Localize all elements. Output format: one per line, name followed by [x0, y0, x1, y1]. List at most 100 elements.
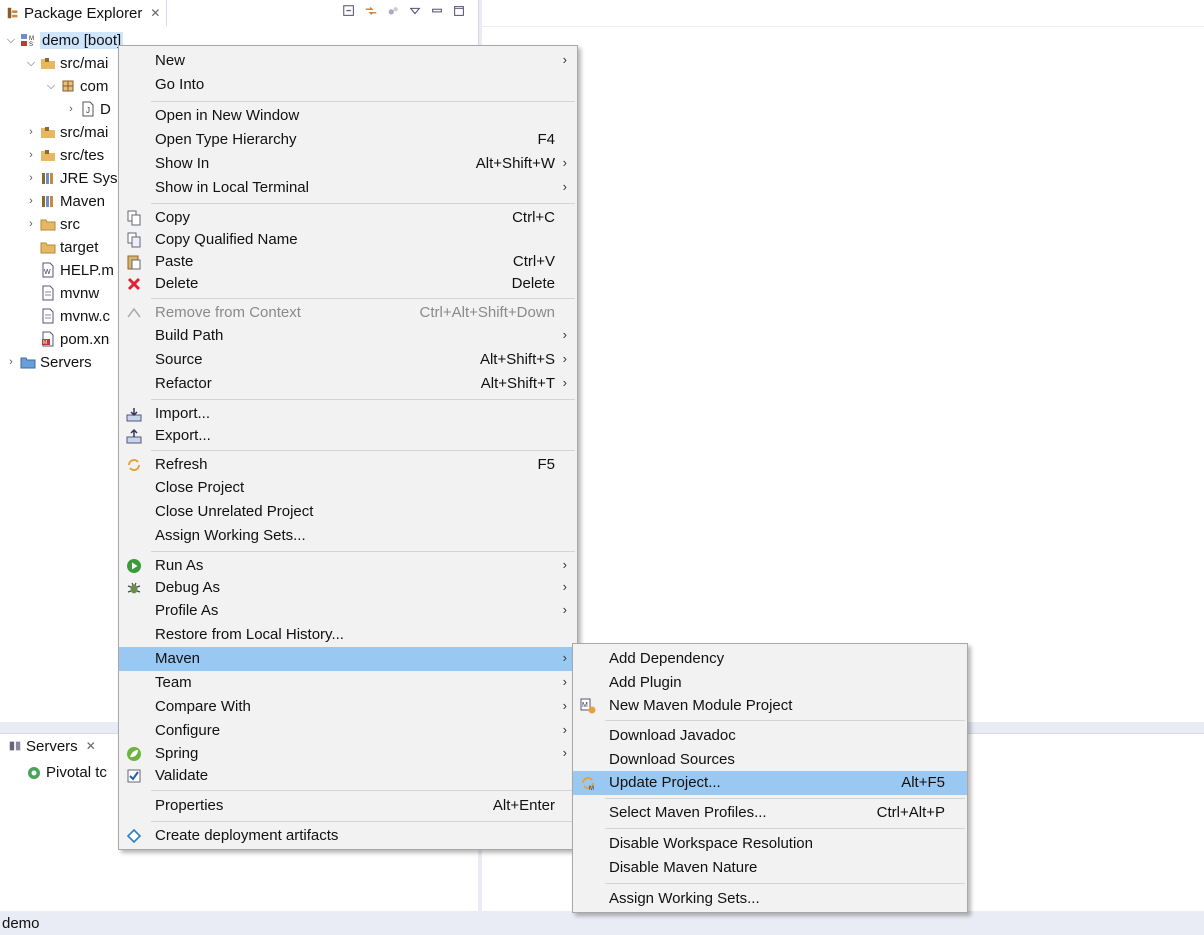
tree-item-pom[interactable]: M pom.xn	[38, 328, 109, 350]
spring-icon	[127, 747, 141, 761]
chevron-down-icon[interactable]: ⌵	[44, 80, 58, 93]
menu-item-run-as[interactable]: Run As ›	[119, 554, 577, 578]
chevron-right-icon[interactable]: ›	[24, 149, 38, 161]
menu-item-open-type-hierarchy[interactable]: Open Type Hierarchy F4	[119, 128, 577, 152]
menu-item-label: Select Maven Profiles...	[609, 804, 767, 821]
menu-item-disable-maven-nature[interactable]: Disable Maven Nature	[573, 856, 967, 880]
menu-item-copy-qualified-name[interactable]: Copy Qualified Name	[119, 228, 577, 252]
menu-item-open-new-window[interactable]: Open in New Window	[119, 104, 577, 128]
tab-servers[interactable]: Servers ✕	[2, 734, 102, 758]
chevron-down-icon[interactable]: ⌵	[4, 34, 18, 47]
menu-item-label: Disable Workspace Resolution	[609, 835, 813, 852]
tree-item-mvnw-cmd[interactable]: mvnw.c	[38, 305, 110, 327]
menu-item-download-javadoc[interactable]: Download Javadoc	[573, 724, 967, 748]
menu-item-show-in-local-terminal[interactable]: Show in Local Terminal ›	[119, 176, 577, 200]
menu-item-spring[interactable]: Spring ›	[119, 742, 577, 766]
menu-item-import[interactable]: Import...	[119, 402, 577, 426]
menu-separator	[151, 790, 575, 791]
chevron-right-icon[interactable]: ›	[4, 356, 18, 368]
maximize-icon[interactable]	[452, 4, 466, 18]
chevron-right-icon[interactable]: ›	[24, 126, 38, 138]
tree-item-mvnw[interactable]: mvnw	[38, 282, 99, 304]
tree-item-demo[interactable]: ⌵ MS demo [boot]	[4, 29, 124, 51]
chevron-down-icon[interactable]: ⌵	[24, 57, 38, 70]
chevron-right-icon[interactable]: ›	[24, 218, 38, 230]
tree-item-target[interactable]: target	[38, 236, 98, 258]
menu-item-add-dependency[interactable]: Add Dependency	[573, 647, 967, 671]
menu-item-debug-as[interactable]: Debug As ›	[119, 576, 577, 600]
server-item[interactable]: Pivotal tc	[24, 764, 107, 781]
menu-item-remove-from-context: Remove from Context Ctrl+Alt+Shift+Down	[119, 301, 577, 325]
chevron-right-icon: ›	[562, 579, 567, 594]
chevron-right-icon: ›	[562, 351, 567, 366]
tree-item-jre-system[interactable]: › JRE Sys	[24, 167, 117, 189]
menu-item-refresh[interactable]: Refresh F5	[119, 453, 577, 477]
menu-item-show-in[interactable]: Show In Alt+Shift+W ›	[119, 152, 577, 176]
link-with-editor-icon[interactable]	[364, 4, 378, 18]
tree-label: pom.xn	[60, 330, 110, 348]
menu-item-assign-working-sets-maven[interactable]: Assign Working Sets...	[573, 887, 967, 911]
menu-item-download-sources[interactable]: Download Sources	[573, 748, 967, 772]
view-toolbar	[342, 4, 466, 18]
tree-item-src[interactable]: › src	[24, 213, 80, 235]
menu-item-label: Configure	[155, 722, 221, 739]
tree-item-servers[interactable]: › Servers	[4, 351, 92, 373]
menu-item-shortcut: Ctrl+Alt+P	[876, 804, 945, 821]
menu-item-label: Import...	[155, 405, 211, 422]
menu-item-properties[interactable]: Properties Alt+Enter	[119, 794, 577, 818]
menu-item-select-maven-profiles[interactable]: Select Maven Profiles... Ctrl+Alt+P	[573, 801, 967, 825]
menu-item-delete[interactable]: Delete Delete	[119, 272, 577, 296]
collapse-all-icon[interactable]	[342, 4, 356, 18]
tree-item-src-main[interactable]: ⌵ src/mai	[24, 52, 109, 74]
minimize-icon[interactable]	[430, 4, 444, 18]
close-icon[interactable]: ✕	[86, 739, 96, 753]
menu-item-profile-as[interactable]: Profile As ›	[119, 599, 577, 623]
chevron-right-icon: ›	[562, 674, 567, 689]
tree-item-src-test[interactable]: › src/tes	[24, 144, 104, 166]
menu-item-refactor[interactable]: Refactor Alt+Shift+T ›	[119, 372, 577, 396]
menu-item-source[interactable]: Source Alt+Shift+S ›	[119, 348, 577, 372]
chevron-right-icon[interactable]: ›	[24, 195, 38, 207]
menu-item-paste[interactable]: Paste Ctrl+V	[119, 250, 577, 274]
menu-item-new-maven-module[interactable]: M New Maven Module Project	[573, 694, 967, 718]
menu-item-shortcut: F5	[537, 456, 555, 473]
status-bar: demo	[0, 911, 1204, 935]
tree-item-help[interactable]: W HELP.m	[38, 259, 114, 281]
menu-item-compare-with[interactable]: Compare With ›	[119, 695, 577, 719]
menu-item-restore-local-history[interactable]: Restore from Local History...	[119, 623, 577, 647]
chevron-right-icon: ›	[562, 722, 567, 737]
menu-item-go-into[interactable]: Go Into	[119, 73, 577, 97]
menu-item-label: Download Sources	[609, 751, 735, 768]
tree-item-com[interactable]: ⌵ com	[44, 75, 109, 97]
close-icon[interactable]: ✕	[150, 6, 160, 20]
menu-item-disable-workspace-resolution[interactable]: Disable Workspace Resolution	[573, 832, 967, 856]
copy-icon	[127, 210, 141, 226]
menu-item-team[interactable]: Team ›	[119, 671, 577, 695]
menu-item-build-path[interactable]: Build Path ›	[119, 324, 577, 348]
library-icon	[42, 173, 53, 184]
svg-text:W: W	[44, 269, 51, 276]
menu-item-maven[interactable]: Maven ›	[119, 647, 577, 671]
tree-item-src-main-resources[interactable]: › src/mai	[24, 121, 108, 143]
view-menu-icon[interactable]	[408, 4, 422, 18]
menu-item-validate[interactable]: Validate	[119, 764, 577, 788]
menu-item-new[interactable]: New ›	[119, 49, 577, 73]
menu-item-assign-working-sets[interactable]: Assign Working Sets...	[119, 524, 577, 548]
menu-item-create-deployment-artifacts[interactable]: Create deployment artifacts	[119, 824, 577, 848]
menu-item-configure[interactable]: Configure ›	[119, 719, 577, 743]
focus-icon[interactable]	[386, 4, 400, 18]
chevron-right-icon[interactable]: ›	[24, 172, 38, 184]
tab-package-explorer[interactable]: Package Explorer ✕	[2, 0, 168, 26]
tree-item-java-file[interactable]: › J D	[64, 98, 111, 120]
menu-item-close-project[interactable]: Close Project	[119, 476, 577, 500]
menu-item-copy[interactable]: Copy Ctrl+C	[119, 206, 577, 230]
menu-item-add-plugin[interactable]: Add Plugin	[573, 671, 967, 695]
menu-item-close-unrelated-project[interactable]: Close Unrelated Project	[119, 500, 577, 524]
package-icon	[62, 80, 74, 92]
tree-item-maven-deps[interactable]: › Maven	[24, 190, 105, 212]
chevron-right-icon[interactable]: ›	[64, 103, 78, 115]
menu-item-update-project[interactable]: M Update Project... Alt+F5	[573, 771, 967, 795]
menu-separator	[605, 798, 965, 799]
menu-item-export[interactable]: Export...	[119, 424, 577, 448]
tree-label: Servers	[40, 353, 92, 371]
